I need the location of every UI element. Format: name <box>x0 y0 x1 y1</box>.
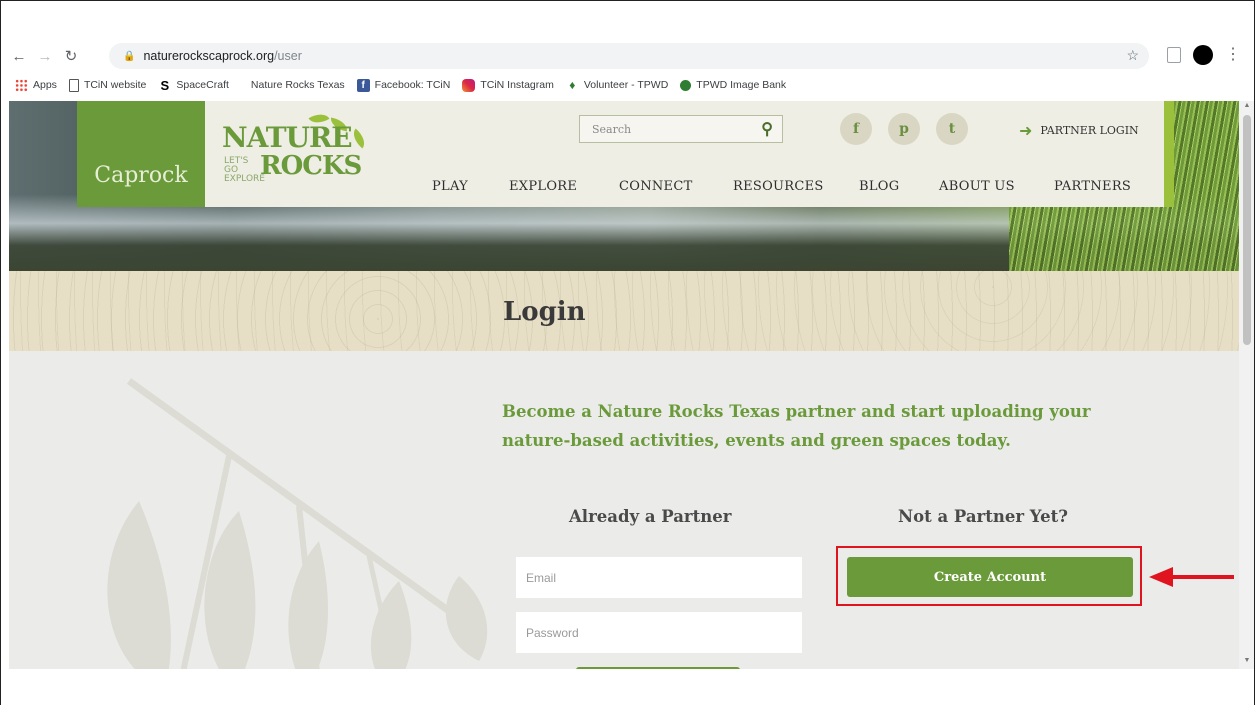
email-field[interactable] <box>516 557 802 598</box>
leaf-branch-decoration <box>107 378 488 669</box>
site-label[interactable]: Caprock <box>77 101 205 207</box>
nav-resources[interactable]: RESOURCES <box>733 179 824 194</box>
bookmark-apps[interactable]: Apps <box>15 78 57 92</box>
apps-grid-icon <box>15 78 28 92</box>
address-bar[interactable]: 🔒 naturerockscaprock.org/user ☆ <box>109 43 1149 69</box>
partner-login-link[interactable]: ➜ PARTNER LOGIN <box>1019 121 1139 140</box>
nav-about-us[interactable]: ABOUT US <box>939 179 1015 194</box>
pinterest-icon[interactable]: p <box>888 113 920 145</box>
bookmark-tcin-website[interactable]: TCiN website <box>68 78 146 92</box>
back-arrow-icon[interactable]: ← <box>9 46 29 66</box>
title-band: Login <box>9 271 1239 351</box>
nav-blog[interactable]: BLOG <box>859 179 899 194</box>
login-button[interactable] <box>576 667 740 669</box>
logo-line-1: NATURE <box>222 121 353 154</box>
bookmarks-bar: Apps TCiN website S SpaceCraft Nature Roc… <box>15 75 798 95</box>
lock-icon: 🔒 <box>123 50 136 62</box>
page-title: Login <box>503 297 586 327</box>
bookmark-instagram[interactable]: TCiN Instagram <box>462 78 554 92</box>
profile-avatar[interactable] <box>1193 45 1213 65</box>
nav-connect[interactable]: CONNECT <box>619 179 693 194</box>
document-icon <box>68 78 79 92</box>
url-path: /user <box>274 49 302 63</box>
bookmark-nature-rocks-texas[interactable]: Nature Rocks Texas <box>251 79 345 91</box>
nav-play[interactable]: PLAY <box>432 179 468 194</box>
search-input[interactable] <box>580 122 750 136</box>
logo-line-3: ROCKS <box>260 151 362 181</box>
annotation-highlight-box <box>836 546 1142 606</box>
not-partner-heading: Not a Partner Yet? <box>898 507 1068 526</box>
search-icon[interactable]: ⚲ <box>761 119 773 139</box>
spacecraft-s-icon: S <box>160 77 170 93</box>
instagram-icon <box>462 78 476 92</box>
bookmark-volunteer-tpwd[interactable]: ♦ Volunteer - TPWD <box>566 78 668 92</box>
nav-explore[interactable]: EXPLORE <box>509 179 577 194</box>
extension-icon[interactable] <box>1167 47 1181 63</box>
bookmark-star-icon[interactable]: ☆ <box>1126 47 1139 64</box>
browser-actions: ⋮ <box>1167 45 1241 65</box>
nature-rocks-logo[interactable]: NATURE LET'S GO EXPLORE ROCKS <box>222 109 382 187</box>
bookmark-facebook[interactable]: f Facebook: TCiN <box>356 78 450 92</box>
nav-partners[interactable]: PARTNERS <box>1054 179 1131 194</box>
scroll-down-icon[interactable]: ▼ <box>1243 657 1251 665</box>
site-header: Caprock NATURE LET'S GO EXPLORE ROCKS ⚲ … <box>77 101 1174 207</box>
bookmark-spacecraft[interactable]: S SpaceCraft <box>158 77 229 93</box>
screenshot-frame: ← → ↻ 🔒 naturerockscaprock.org/user ☆ ⋮ … <box>0 0 1255 705</box>
search-box: ⚲ <box>579 115 783 143</box>
page-scrollbar[interactable]: ▲ ▼ <box>1239 101 1254 669</box>
page-viewport: Caprock NATURE LET'S GO EXPLORE ROCKS ⚲ … <box>9 101 1239 669</box>
texas-icon: ♦ <box>569 78 576 92</box>
annotation-arrow-icon <box>1149 567 1234 587</box>
already-partner-heading: Already a Partner <box>569 507 732 526</box>
logo-leaf-icon <box>348 128 370 149</box>
facebook-icon: f <box>356 78 370 92</box>
scroll-up-icon[interactable]: ▲ <box>1243 102 1251 110</box>
partner-intro-text: Become a Nature Rocks Texas partner and … <box>502 402 1091 450</box>
password-field[interactable] <box>516 612 802 653</box>
logo-line-2: LET'S GO EXPLORE <box>224 156 265 184</box>
tpwd-icon <box>680 79 692 91</box>
browser-toolbar: ← → ↻ 🔒 naturerockscaprock.org/user ☆ ⋮ <box>9 41 1249 71</box>
menu-kebab-icon[interactable]: ⋮ <box>1225 47 1241 63</box>
bookmark-tpwd-image-bank[interactable]: TPWD Image Bank <box>680 79 786 91</box>
facebook-icon[interactable]: f <box>840 113 872 145</box>
reload-icon[interactable]: ↻ <box>61 46 81 66</box>
scroll-thumb[interactable] <box>1243 115 1251 345</box>
twitter-icon[interactable]: t <box>936 113 968 145</box>
forward-arrow-icon[interactable]: → <box>35 46 55 66</box>
login-arrow-icon: ➜ <box>1019 121 1033 140</box>
url-host: naturerockscaprock.org <box>143 49 275 63</box>
